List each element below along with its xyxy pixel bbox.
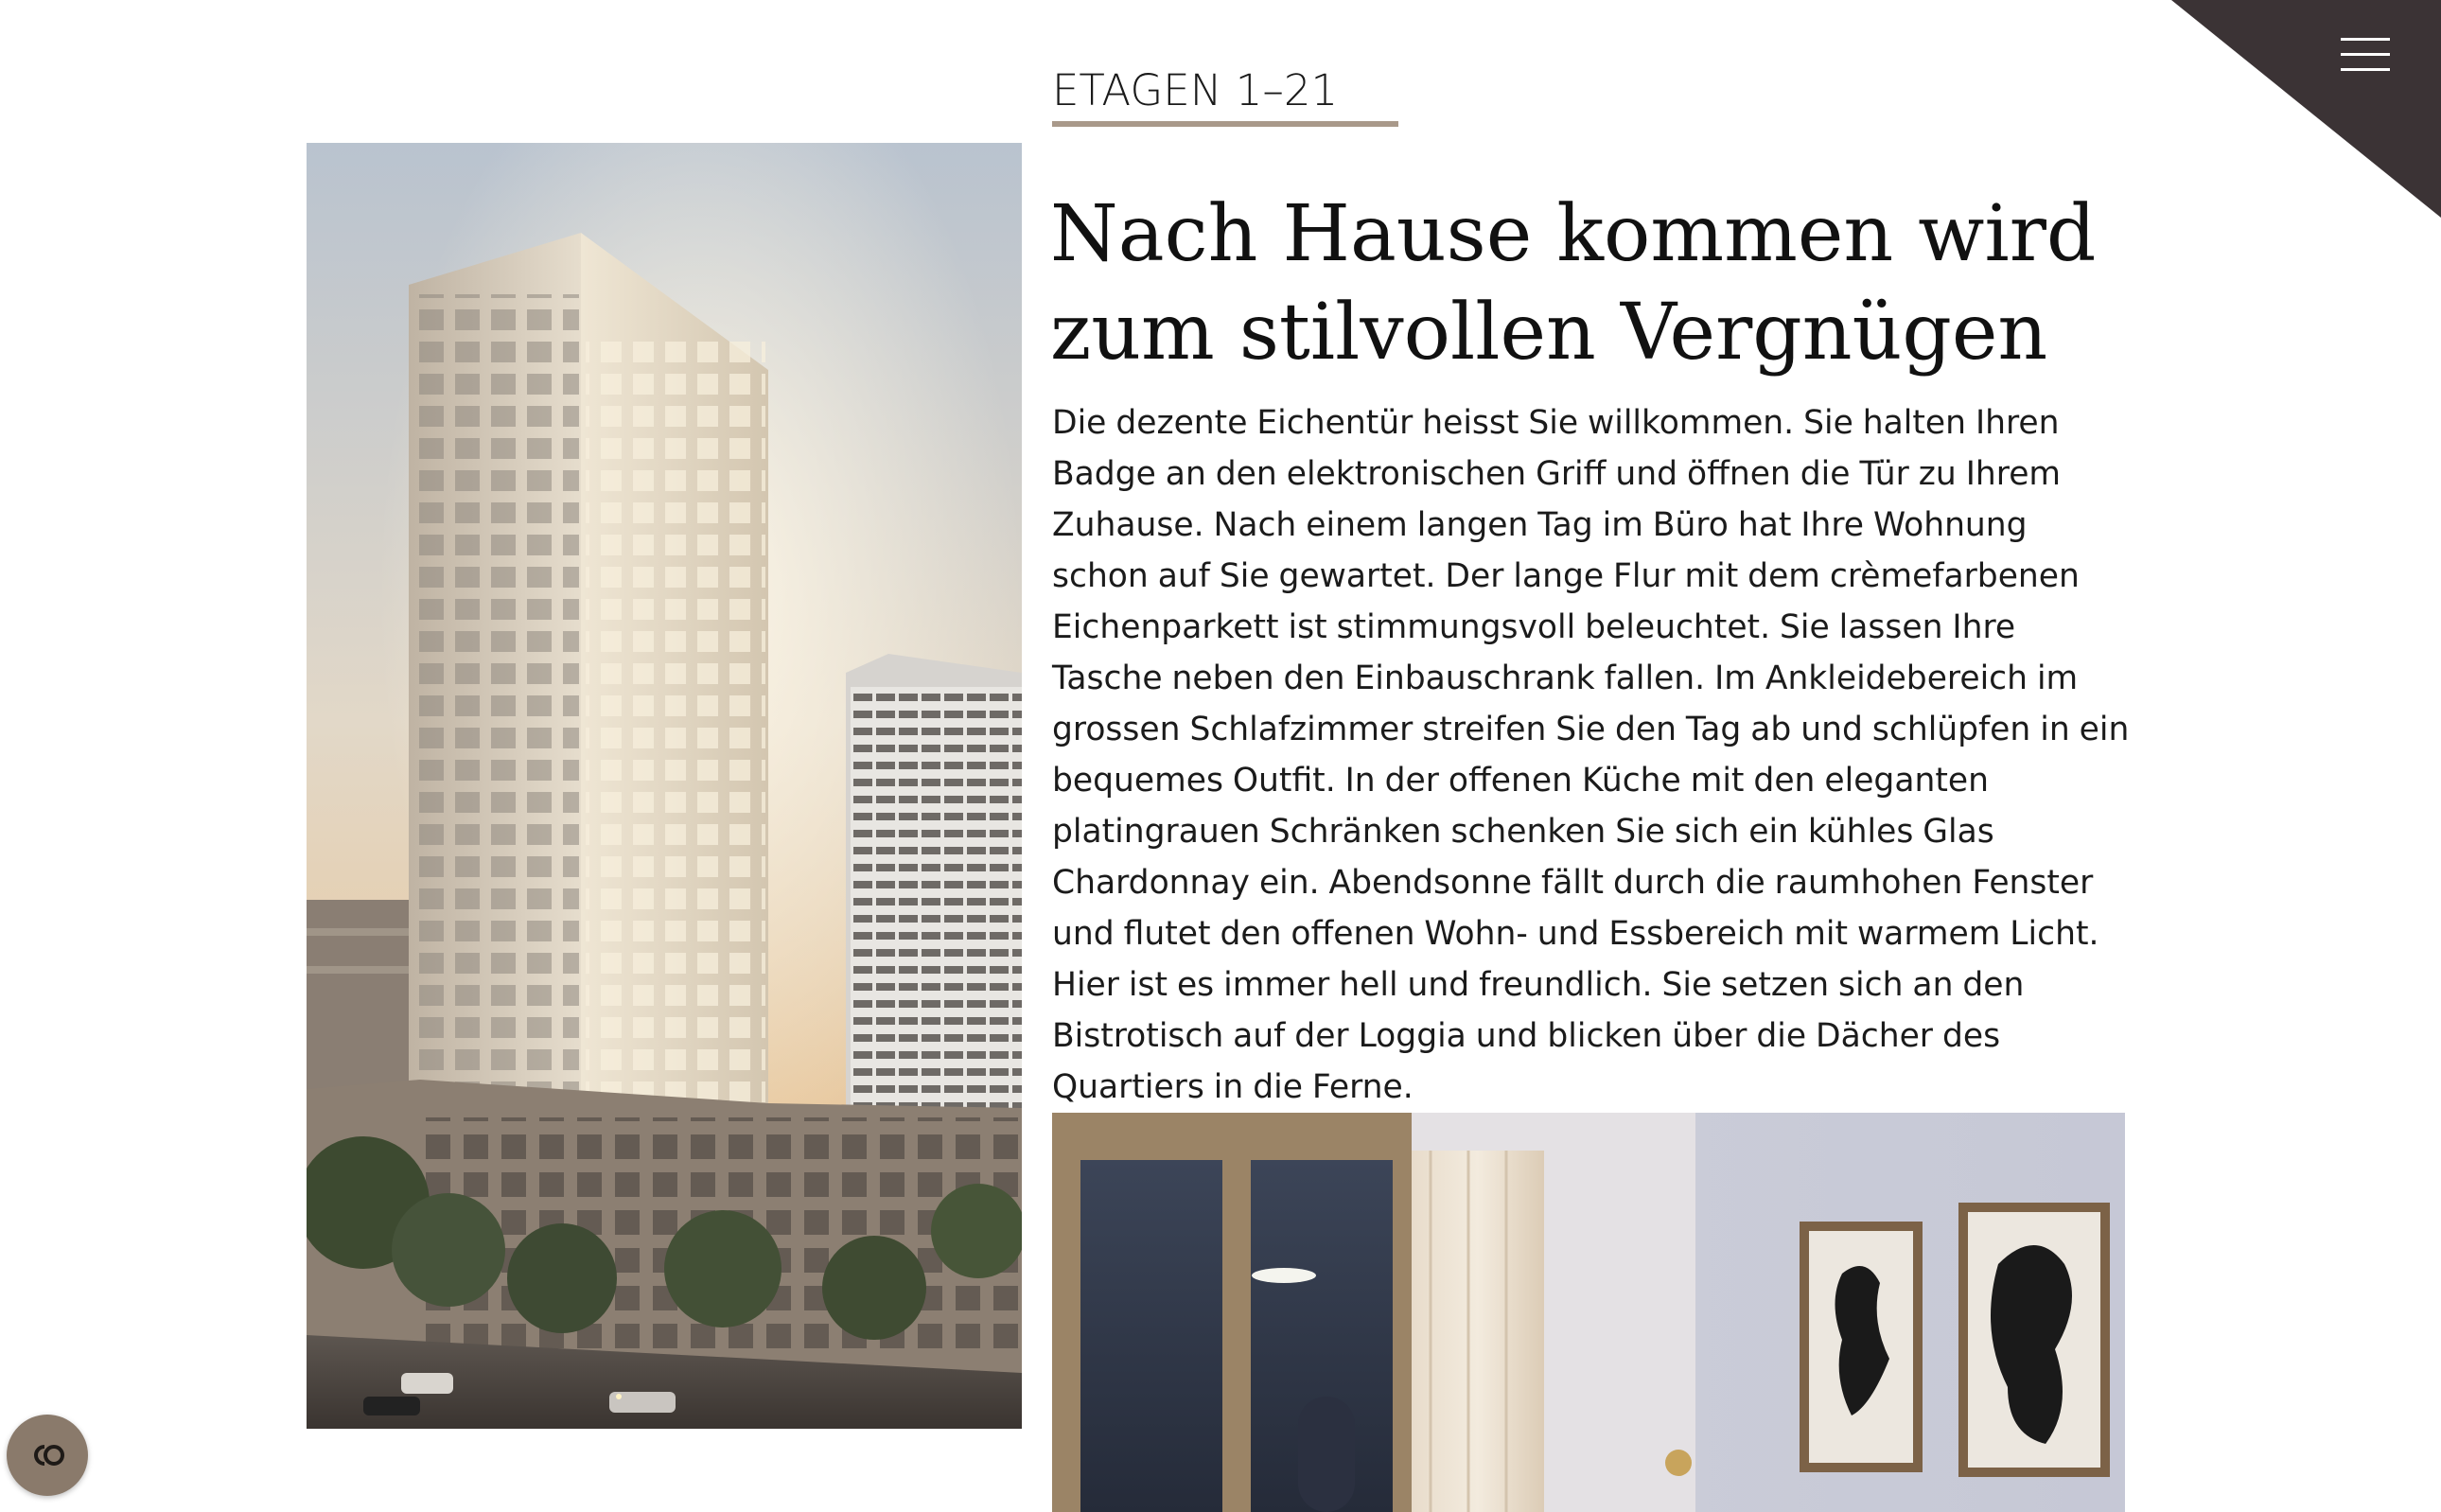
section-headline: Nach Hause kommen wird zum stilvollen Ve…: [1050, 189, 2097, 378]
section-eyebrow: ETAGEN 1–21: [1052, 65, 1339, 115]
hamburger-menu-icon[interactable]: [2337, 30, 2394, 78]
corner-menu-background: [2171, 0, 2441, 218]
eyebrow-underline: [1052, 121, 1398, 127]
cookie-consent-icon[interactable]: [7, 1415, 88, 1496]
section-body-text: Die dezente Eichentür heisst Sie willkom…: [1052, 404, 2130, 1106]
tower-rendering-image: [307, 143, 1022, 1429]
interior-rendering-image: [1052, 1113, 2125, 1512]
page: ETAGEN 1–21 Nach Hause kommen wird zum s…: [0, 0, 2441, 1512]
